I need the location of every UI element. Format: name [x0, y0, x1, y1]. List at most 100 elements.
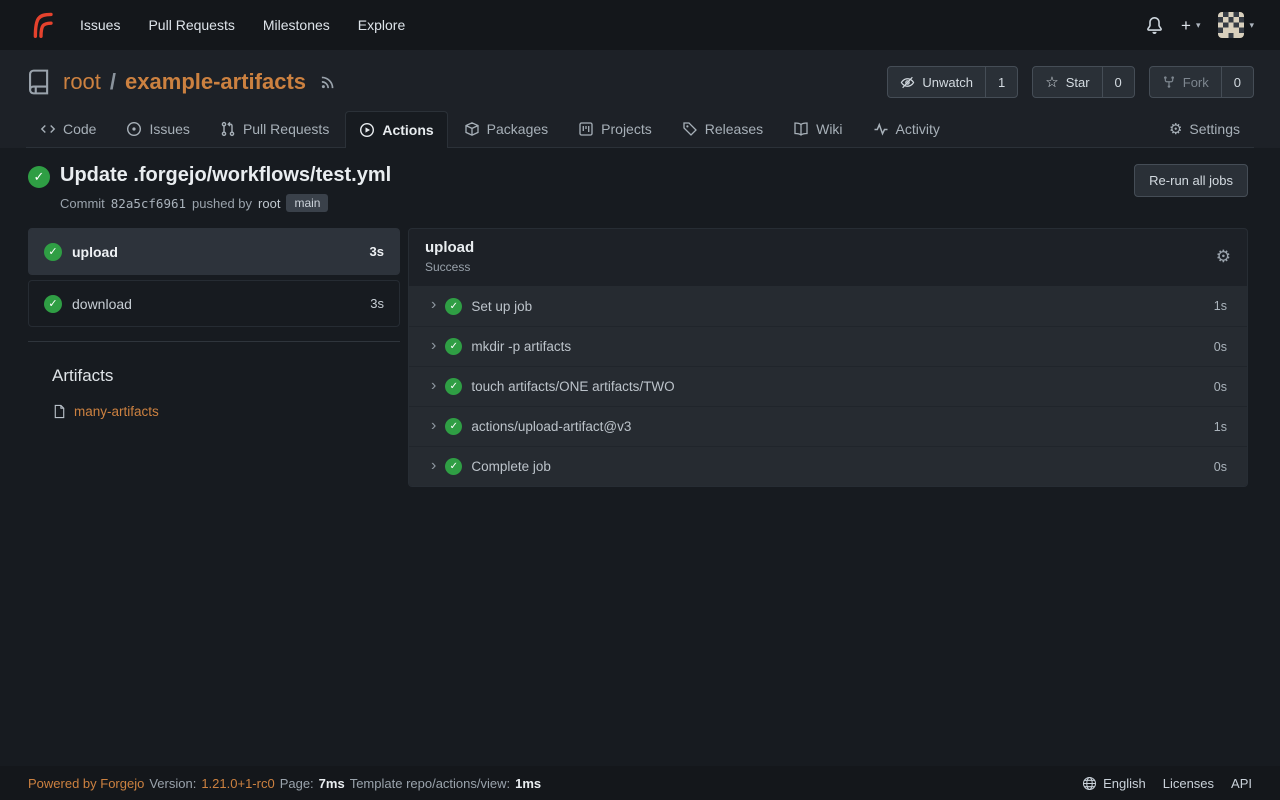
issue-opened-icon [126, 121, 142, 137]
nav-item-explore[interactable]: Explore [344, 0, 419, 50]
nav-item-issues[interactable]: Issues [66, 0, 134, 50]
watchers-count[interactable]: 1 [985, 67, 1017, 97]
step-duration: 0s [1214, 380, 1227, 394]
tab-releases[interactable]: Releases [668, 110, 777, 147]
tab-label: Code [63, 121, 96, 137]
page-time-value: 7ms [319, 776, 345, 791]
tab-activity[interactable]: Activity [859, 110, 954, 147]
artifact-link[interactable]: many-artifacts [52, 404, 400, 419]
navbar-right: + ▾ ▾ [1146, 12, 1254, 38]
version-link[interactable]: 1.21.0+1-rc0 [201, 776, 274, 791]
repo-action-buttons: Unwatch 1 ☆ Star 0 [887, 66, 1254, 98]
step-row-set-up-job[interactable]: › ✓ Set up job 1s [409, 286, 1247, 326]
footer-right: English Licenses API [1082, 776, 1252, 791]
job-options-gear-icon[interactable]: ⚙ [1216, 247, 1231, 267]
repo-owner-link[interactable]: root [63, 69, 101, 95]
pusher-link[interactable]: root [258, 196, 280, 211]
tab-label: Releases [705, 121, 763, 137]
powered-by-forgejo-link[interactable]: Powered by Forgejo [28, 776, 144, 791]
job-panel-title: upload [425, 239, 474, 256]
chevron-right-icon: › [431, 378, 436, 394]
step-success-icon: ✓ [445, 298, 462, 315]
footer: Powered by Forgejo Version: 1.21.0+1-rc0… [0, 766, 1280, 800]
watch-button-group: Unwatch 1 [887, 66, 1018, 98]
job-list-item-upload[interactable]: ✓ upload 3s [28, 228, 400, 275]
run-header: ✓ Update .forgejo/workflows/test.yml Com… [28, 164, 1248, 212]
repo-tabs: Code Issues Pull Requests Actions [26, 110, 1254, 148]
run-subtitle: Commit 82a5cf6961 pushed by root main [60, 194, 391, 212]
fork-label: Fork [1183, 75, 1209, 90]
eye-slash-icon [900, 75, 915, 90]
user-avatar [1218, 12, 1244, 38]
tab-settings[interactable]: ⚙ Settings [1155, 110, 1254, 147]
rss-icon [320, 75, 335, 90]
step-label: mkdir -p artifacts [471, 339, 571, 354]
job-panel-titles: upload Success [425, 239, 474, 274]
tab-label: Packages [487, 121, 548, 137]
step-duration: 1s [1214, 299, 1227, 313]
commit-sha-link[interactable]: 82a5cf6961 [111, 196, 186, 211]
chevron-right-icon: › [431, 338, 436, 354]
repo-header: root / example-artifacts [0, 50, 1280, 148]
step-row-touch[interactable]: › ✓ touch artifacts/ONE artifacts/TWO 0s [409, 366, 1247, 406]
tab-label: Activity [896, 121, 940, 137]
tab-pull-requests[interactable]: Pull Requests [206, 110, 343, 147]
job-duration: 3s [370, 296, 384, 311]
nav-item-milestones[interactable]: Milestones [249, 0, 344, 50]
tab-actions[interactable]: Actions [345, 111, 447, 148]
pushed-by-label: pushed by [192, 196, 252, 211]
version-label: Version: [149, 776, 196, 791]
job-detail-panel: upload Success ⚙ › ✓ Set up job 1s › ✓ [408, 228, 1248, 487]
rerun-all-jobs-button[interactable]: Re-run all jobs [1134, 164, 1248, 197]
job-name: upload [72, 244, 118, 260]
globe-icon [1082, 776, 1097, 791]
step-row-complete-job[interactable]: › ✓ Complete job 0s [409, 446, 1247, 486]
jobs-sidebar: ✓ upload 3s ✓ download 3s Artifacts [28, 228, 400, 487]
rss-feed-button[interactable] [320, 75, 335, 90]
star-button[interactable]: ☆ Star [1033, 67, 1101, 97]
forks-count[interactable]: 0 [1221, 67, 1253, 97]
star-button-group: ☆ Star 0 [1032, 66, 1135, 98]
job-success-icon: ✓ [44, 243, 62, 261]
run-body: ✓ upload 3s ✓ download 3s Artifacts [28, 228, 1248, 487]
fork-button[interactable]: Fork [1150, 67, 1221, 97]
step-duration: 0s [1214, 460, 1227, 474]
tab-issues[interactable]: Issues [112, 110, 203, 147]
unwatch-button[interactable]: Unwatch [888, 67, 985, 97]
job-panel-status: Success [425, 260, 474, 274]
tab-packages[interactable]: Packages [450, 110, 562, 147]
tab-label: Wiki [816, 121, 842, 137]
branch-badge[interactable]: main [286, 194, 328, 212]
step-row-mkdir[interactable]: › ✓ mkdir -p artifacts 0s [409, 326, 1247, 366]
gear-icon: ⚙ [1169, 122, 1182, 137]
repo-name-link[interactable]: example-artifacts [125, 69, 306, 95]
notifications-button[interactable] [1146, 17, 1163, 34]
file-icon [52, 404, 67, 419]
repo-title-row: root / example-artifacts [26, 66, 1254, 98]
api-link[interactable]: API [1231, 776, 1252, 791]
language-selector[interactable]: English [1082, 776, 1146, 791]
step-row-upload-artifact[interactable]: › ✓ actions/upload-artifact@v3 1s [409, 406, 1247, 446]
licenses-link[interactable]: Licenses [1163, 776, 1214, 791]
forgejo-logo-icon [26, 10, 56, 40]
job-list-item-download[interactable]: ✓ download 3s [28, 280, 400, 327]
package-icon [464, 121, 480, 137]
page: Issues Pull Requests Milestones Explore … [0, 0, 1280, 800]
nav-item-pull-requests[interactable]: Pull Requests [134, 0, 248, 50]
user-menu-button[interactable]: ▾ [1218, 12, 1254, 38]
repo-separator: / [110, 69, 116, 95]
tab-code[interactable]: Code [26, 110, 110, 147]
tab-projects[interactable]: Projects [564, 110, 666, 147]
forgejo-logo[interactable] [26, 10, 56, 40]
book-icon [793, 121, 809, 137]
stars-count[interactable]: 0 [1102, 67, 1134, 97]
bell-icon [1146, 17, 1163, 34]
step-success-icon: ✓ [445, 338, 462, 355]
create-new-button[interactable]: + ▾ [1181, 17, 1200, 34]
job-success-icon: ✓ [44, 295, 62, 313]
tab-wiki[interactable]: Wiki [779, 110, 856, 147]
repo-icon [26, 69, 52, 95]
job-name: download [72, 296, 132, 312]
step-success-icon: ✓ [445, 418, 462, 435]
unwatch-label: Unwatch [922, 75, 973, 90]
